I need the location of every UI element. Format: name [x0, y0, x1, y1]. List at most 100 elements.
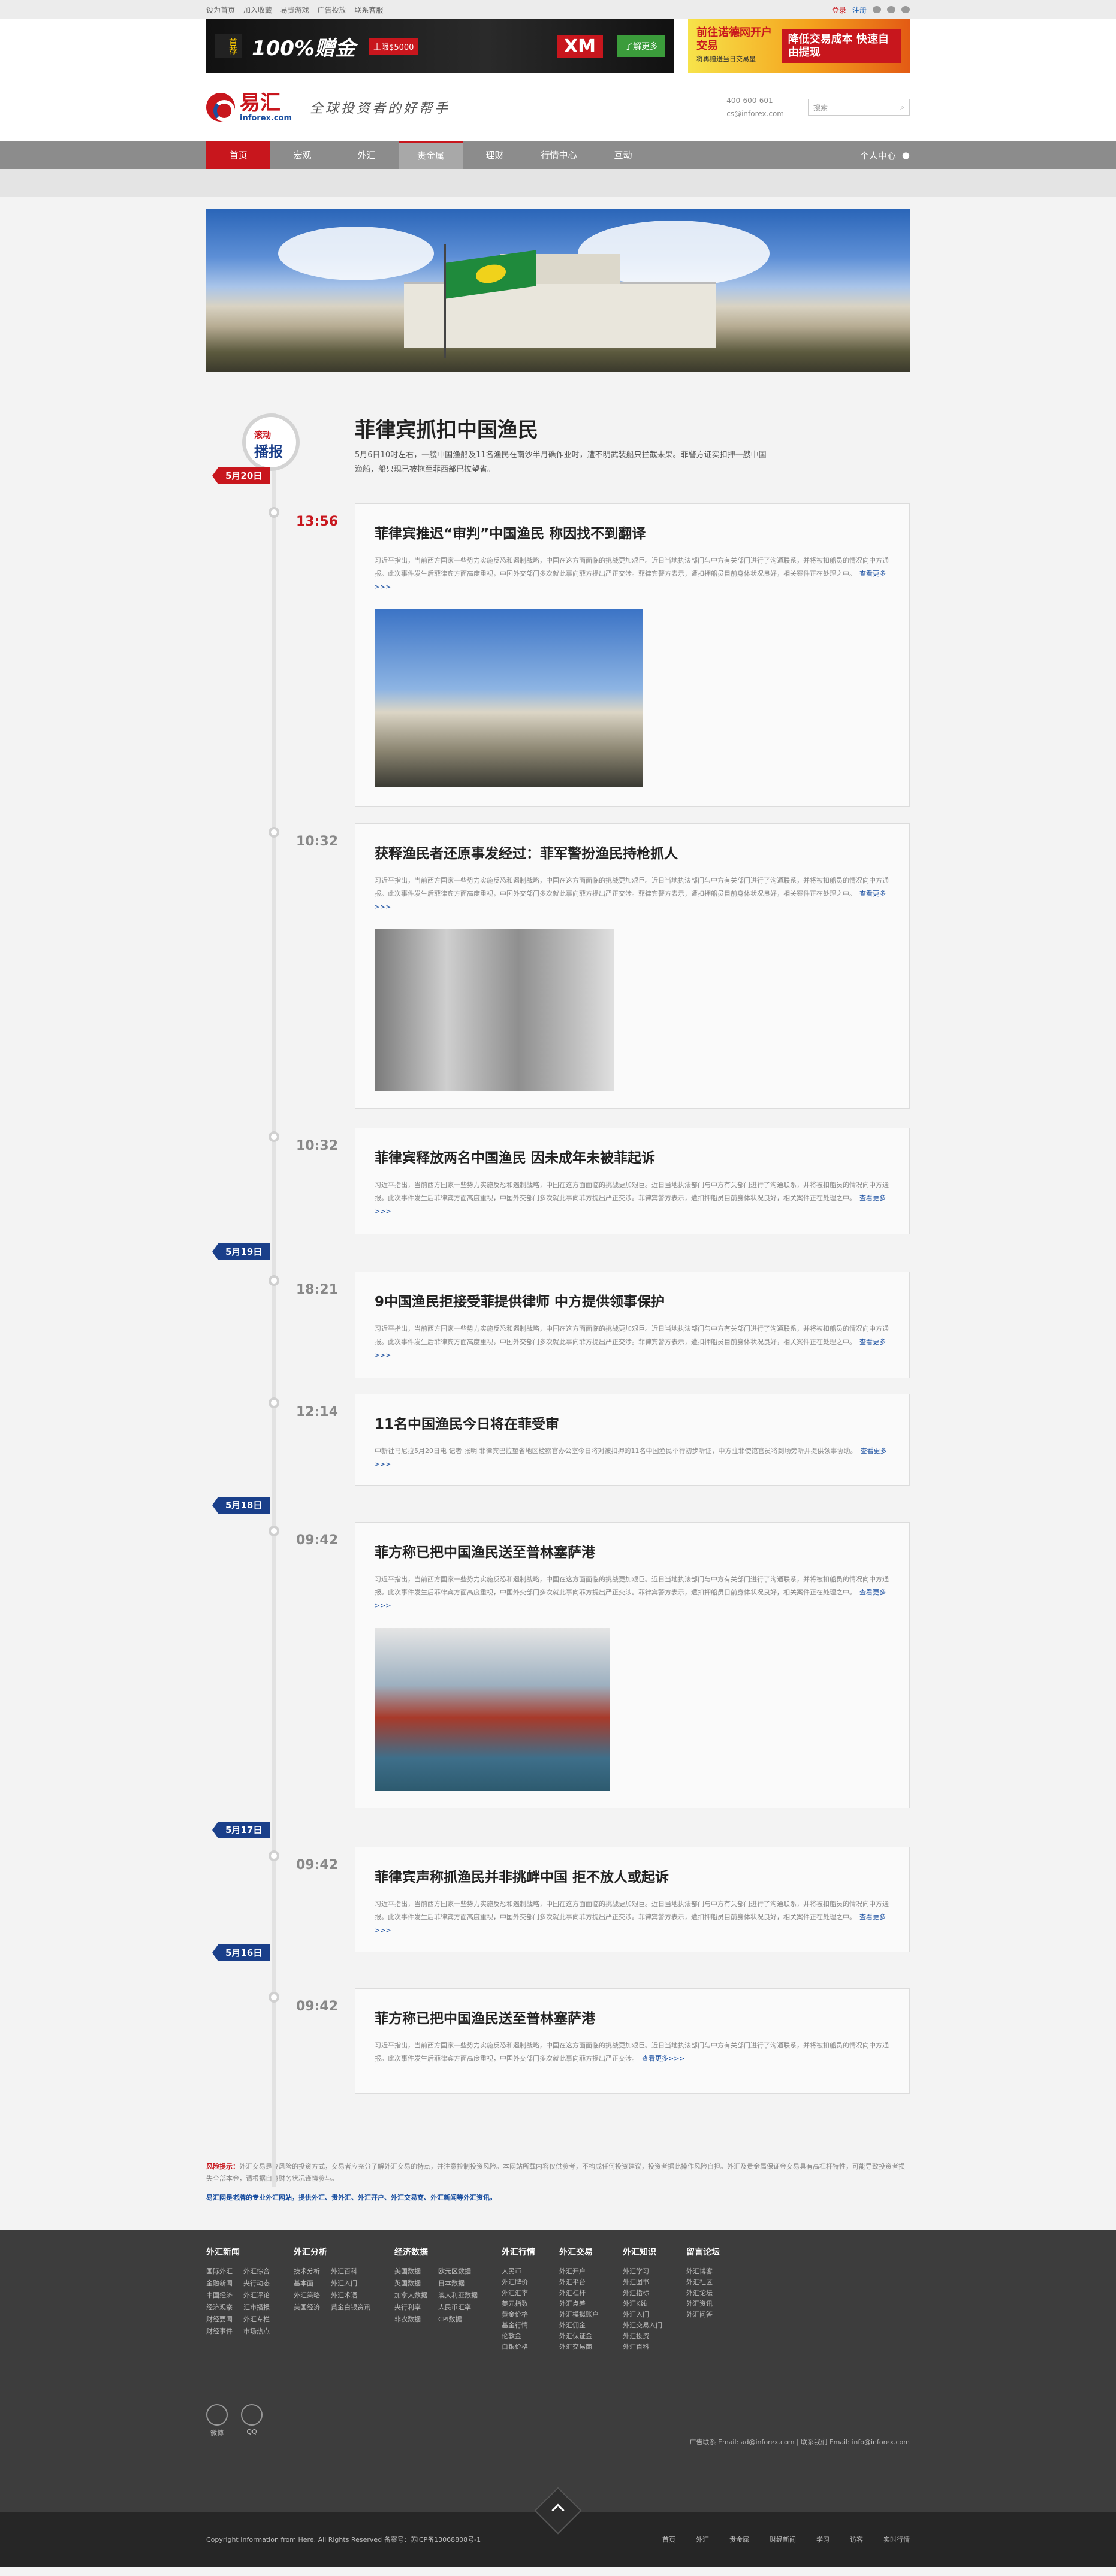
footer-link[interactable]: 外汇术语: [331, 2290, 370, 2301]
footer-link[interactable]: 美国经济: [294, 2302, 320, 2313]
news-photo[interactable]: [375, 929, 614, 1091]
footer-link[interactable]: 外汇入门: [623, 2309, 662, 2320]
footer-link[interactable]: 外汇入门: [331, 2278, 370, 2289]
footer-link[interactable]: 日本数据: [438, 2278, 478, 2289]
footer-link[interactable]: 外汇交易商: [559, 2342, 599, 2352]
news-card[interactable]: 菲方称已把中国渔民送至普林塞萨港 习近平指出，当前西方国家一些势力实施反恐和遏制…: [355, 1522, 910, 1808]
footer-link[interactable]: 外汇专栏: [243, 2314, 270, 2325]
nav-metals[interactable]: 贵金属: [399, 141, 463, 169]
search-icon[interactable]: ⌕: [900, 103, 904, 112]
news-card[interactable]: 9中国渔民拒接受菲提供律师 中方提供领事保护 习近平指出，当前西方国家一些势力实…: [355, 1272, 910, 1378]
footer-link[interactable]: 美元指数: [502, 2299, 535, 2309]
footer-link[interactable]: 外汇百科: [331, 2266, 370, 2277]
footer-link[interactable]: 加拿大数据: [394, 2290, 427, 2301]
footer-link[interactable]: 市场热点: [243, 2326, 270, 2337]
footer-link[interactable]: 外汇社区: [686, 2277, 720, 2288]
login-link[interactable]: 登录: [832, 5, 846, 15]
footer-link[interactable]: CPI数据: [438, 2314, 478, 2325]
footer-link[interactable]: 外汇指标: [623, 2288, 662, 2299]
wechat-icon[interactable]: [873, 6, 881, 13]
entry-title[interactable]: 菲方称已把中国渔民送至普林塞萨港: [375, 2007, 890, 2027]
footer-link[interactable]: 外汇模拟账户: [559, 2309, 599, 2320]
footer-link[interactable]: 外汇资讯: [686, 2299, 720, 2309]
footer-link[interactable]: 外汇汇率: [502, 2288, 535, 2299]
news-card[interactable]: 菲方称已把中国渔民送至普林塞萨港 习近平指出，当前西方国家一些势力实施反恐和遏制…: [355, 1988, 910, 2094]
entry-title[interactable]: 菲律宾释放两名中国渔民 因未成年未被菲起诉: [375, 1146, 890, 1167]
footer-link[interactable]: 人民币: [502, 2266, 535, 2277]
news-card[interactable]: 菲律宾声称抓渔民并非挑衅中国 拒不放人或起诉 习近平指出，当前西方国家一些势力实…: [355, 1847, 910, 1952]
news-card[interactable]: 菲律宾推迟“审判”中国渔民 称因找不到翻译 习近平指出，当前西方国家一些势力实施…: [355, 503, 910, 807]
footer-link[interactable]: 外汇杠杆: [559, 2288, 599, 2299]
footer-link[interactable]: 基金行情: [502, 2320, 535, 2331]
register-link[interactable]: 注册: [852, 5, 867, 15]
footer-link[interactable]: 外汇投资: [623, 2331, 662, 2342]
footer-link[interactable]: 汇市播报: [243, 2302, 270, 2313]
footer-link[interactable]: 澳大利亚数据: [438, 2290, 478, 2301]
bottom-link[interactable]: 外汇: [696, 2535, 709, 2544]
footer-link[interactable]: 财经事件: [206, 2326, 233, 2337]
top-link[interactable]: 设为首页: [206, 6, 235, 14]
footer-link[interactable]: 外汇评论: [243, 2290, 270, 2301]
entry-title[interactable]: 菲律宾推迟“审判”中国渔民 称因找不到翻译: [375, 522, 890, 542]
footer-link[interactable]: 外汇点差: [559, 2299, 599, 2309]
news-photo[interactable]: [375, 609, 643, 787]
footer-link[interactable]: 黄金价格: [502, 2309, 535, 2320]
footer-link[interactable]: 央行利率: [394, 2302, 427, 2313]
footer-link[interactable]: 外汇K线: [623, 2299, 662, 2309]
footer-link[interactable]: 基本面: [294, 2278, 320, 2289]
entry-title[interactable]: 菲方称已把中国渔民送至普林塞萨港: [375, 1541, 890, 1561]
bottom-link[interactable]: 财经新闻: [770, 2535, 796, 2544]
footer-link[interactable]: 外汇佣金: [559, 2320, 599, 2331]
user-center-link[interactable]: 个人中心 ●: [860, 149, 910, 162]
footer-link[interactable]: 外汇论坛: [686, 2288, 720, 2299]
footer-link[interactable]: 伦敦金: [502, 2331, 535, 2342]
bottom-link[interactable]: 实时行情: [883, 2535, 910, 2544]
footer-link[interactable]: 外汇博客: [686, 2266, 720, 2277]
footer-link[interactable]: 金融新闻: [206, 2278, 233, 2289]
nav-finance[interactable]: 理财: [463, 141, 527, 169]
entry-title[interactable]: 9中国渔民拒接受菲提供律师 中方提供领事保护: [375, 1290, 890, 1310]
footer-link[interactable]: 外汇图书: [623, 2277, 662, 2288]
ad-learn-more-button[interactable]: 了解更多: [617, 35, 665, 57]
mobile-icon[interactable]: [901, 6, 910, 13]
news-card[interactable]: 菲律宾释放两名中国渔民 因未成年未被菲起诉 习近平指出，当前西方国家一些势力实施…: [355, 1128, 910, 1234]
top-link[interactable]: 广告投放: [318, 6, 346, 14]
broker-banner-ad[interactable]: 前往诺德网开户交易 将再赠送当日交易量 降低交易成本 快速自由提现: [688, 19, 910, 73]
nav-interact[interactable]: 互动: [591, 141, 655, 169]
footer-link[interactable]: 外汇学习: [623, 2266, 662, 2277]
search-box[interactable]: 搜索 ⌕: [808, 99, 910, 116]
bottom-link[interactable]: 贵金属: [729, 2535, 749, 2544]
footer-link[interactable]: 外汇保证金: [559, 2331, 599, 2342]
footer-link[interactable]: 外汇百科: [623, 2342, 662, 2352]
weibo-icon[interactable]: [887, 6, 895, 13]
footer-link[interactable]: 外汇开户: [559, 2266, 599, 2277]
footer-link[interactable]: 技术分析: [294, 2266, 320, 2277]
news-card[interactable]: 获释渔民者还原事发经过：菲军警扮渔民持枪抓人 习近平指出，当前西方国家一些势力实…: [355, 823, 910, 1109]
qq-link[interactable]: QQ: [241, 2404, 263, 2438]
bottom-link[interactable]: 学习: [816, 2535, 830, 2544]
footer-link[interactable]: 财经要闻: [206, 2314, 233, 2325]
footer-link[interactable]: 黄金白银资讯: [331, 2302, 370, 2313]
entry-title[interactable]: 获释渔民者还原事发经过：菲军警扮渔民持枪抓人: [375, 842, 890, 862]
xm-banner-ad[interactable]: 首荐 100%赠金 上限$5000 XM 了解更多: [206, 19, 674, 73]
top-link[interactable]: 联系客服: [354, 6, 383, 14]
footer-link[interactable]: 欧元区数据: [438, 2266, 478, 2277]
footer-link[interactable]: 中国经济: [206, 2290, 233, 2301]
footer-link[interactable]: 白银价格: [502, 2342, 535, 2352]
bottom-link[interactable]: 访客: [850, 2535, 863, 2544]
footer-link[interactable]: 国际外汇: [206, 2266, 233, 2277]
top-link[interactable]: 易贵游戏: [280, 6, 309, 14]
news-card[interactable]: 11名中国渔民今日将在菲受审 中新社马尼拉5月20日电 记者 张明 菲律宾巴拉望…: [355, 1394, 910, 1486]
footer-link[interactable]: 非农数据: [394, 2314, 427, 2325]
footer-link[interactable]: 外汇综合: [243, 2266, 270, 2277]
weibo-link[interactable]: 微博: [206, 2404, 228, 2438]
footer-link[interactable]: 外汇问答: [686, 2309, 720, 2320]
nav-forex[interactable]: 外汇: [334, 141, 399, 169]
nav-macro[interactable]: 宏观: [270, 141, 334, 169]
entry-title[interactable]: 菲律宾声称抓渔民并非挑衅中国 拒不放人或起诉: [375, 1865, 890, 1886]
entry-title[interactable]: 11名中国渔民今日将在菲受审: [375, 1412, 890, 1433]
nav-quotes[interactable]: 行情中心: [527, 141, 591, 169]
more-link[interactable]: 查看更多>>>: [642, 2055, 685, 2062]
search-input[interactable]: 搜索: [813, 102, 828, 113]
bottom-link[interactable]: 首页: [662, 2535, 675, 2544]
